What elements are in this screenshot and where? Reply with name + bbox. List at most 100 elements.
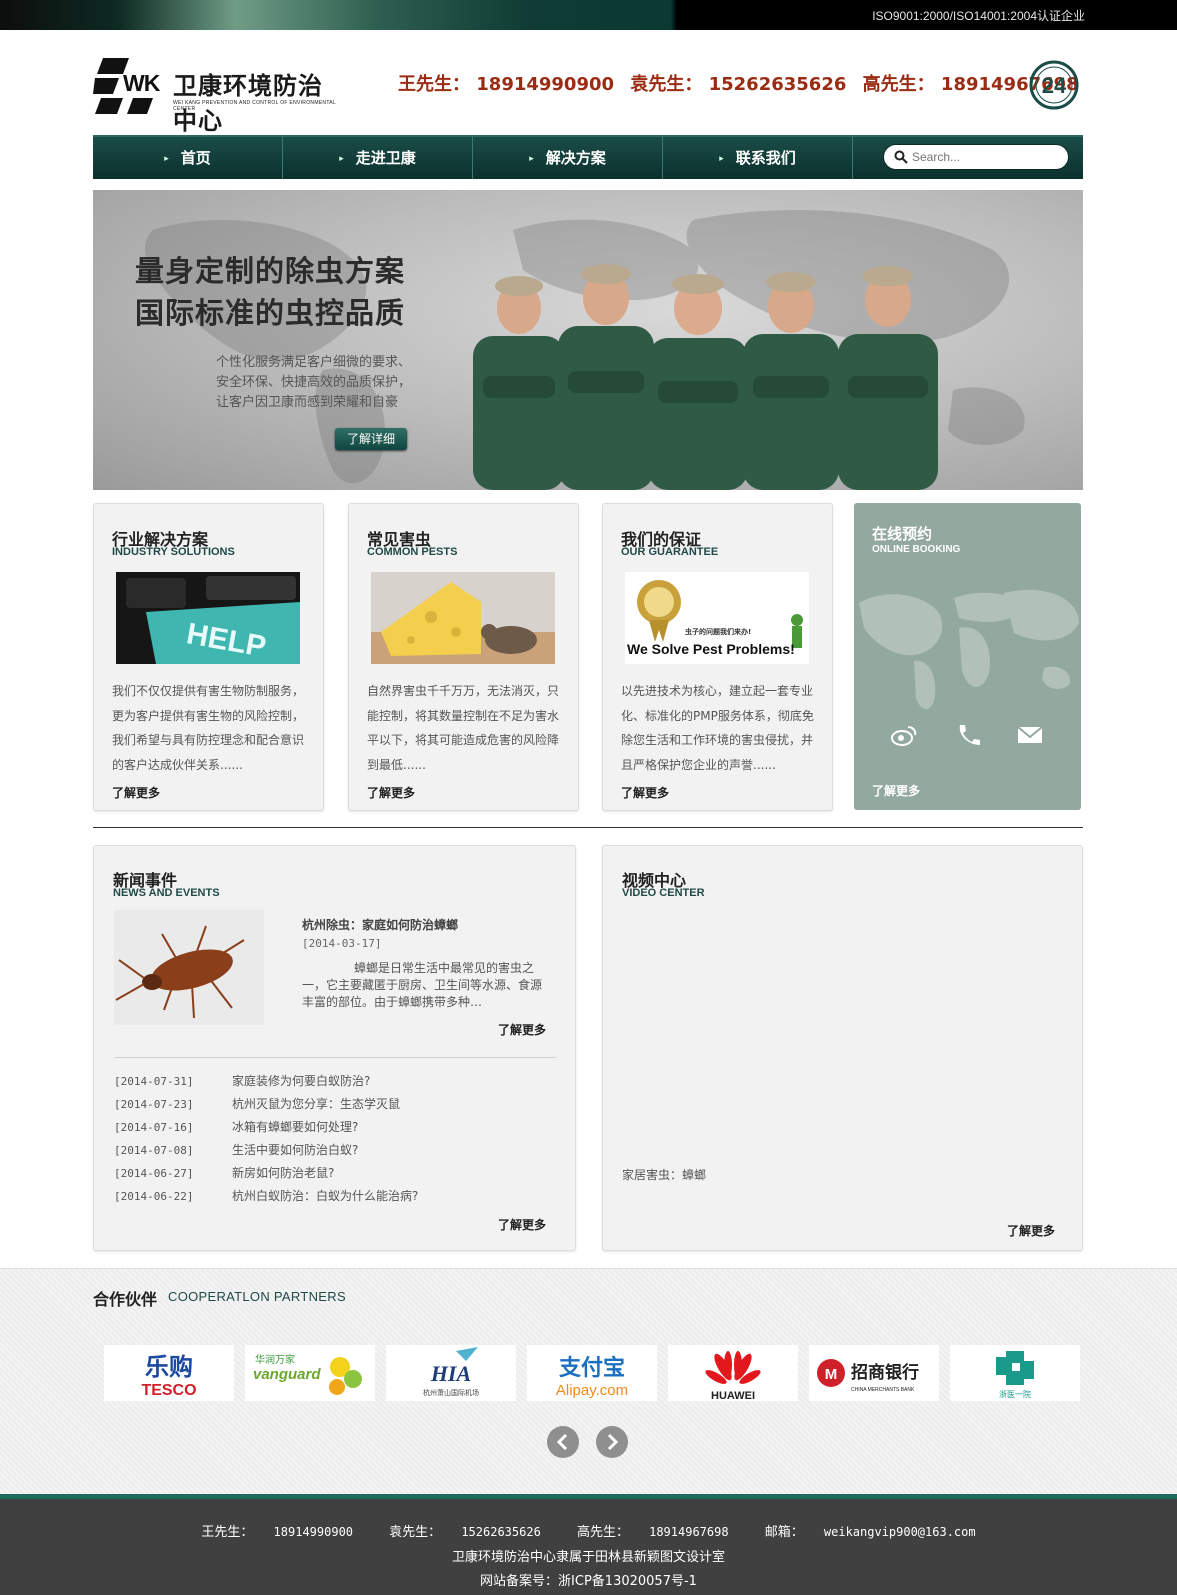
- partner-logo-huawei[interactable]: HUAWEI: [668, 1345, 798, 1401]
- site-logo[interactable]: WK 卫康环境防治中心 WEI KANG PREVENTION AND CONT…: [93, 56, 343, 135]
- top-bar: ISO9001:2000/ISO14001:2004认证企业: [0, 0, 1177, 30]
- featured-news-title[interactable]: 杭州除虫：家庭如何防治蟑螂: [302, 916, 458, 933]
- nav-arrow-icon: ▸: [719, 153, 724, 164]
- mail-icon[interactable]: [1016, 723, 1044, 747]
- badge-24-text: 24: [1042, 73, 1067, 98]
- featured-news-date: [2014-03-17]: [302, 937, 382, 950]
- footer-affiliation: 卫康环境防治中心隶属于田林县新颖图文设计室: [451, 1550, 725, 1565]
- carousel-next-button[interactable]: [596, 1426, 628, 1458]
- guarantee-en-text: We Solve Pest Problems!: [627, 641, 795, 657]
- nav-item-contact[interactable]: ▸ 联系我们: [663, 137, 853, 179]
- svg-text:TESCO: TESCO: [141, 1382, 196, 1399]
- partner-logo-tesco[interactable]: 乐购 TESCO: [104, 1345, 234, 1401]
- footer-email[interactable]: 邮箱： weikangvip900@163.com: [757, 1525, 984, 1540]
- chevron-left-icon: [556, 1433, 568, 1451]
- list-item[interactable]: [2014-07-08] 生活中要如何防治白蚁?: [114, 1141, 554, 1164]
- guarantee-cn-text: 虫子的问题我们来办!: [685, 627, 751, 636]
- worker-figure: [648, 274, 748, 490]
- nav-item-about[interactable]: ▸ 走进卫康: [283, 137, 473, 179]
- partner-logo-alipay[interactable]: 支付宝 Alipay.com: [527, 1345, 657, 1401]
- footer-contact-gao: 高先生： 18914967698: [576, 1525, 729, 1540]
- card-subtitle: COMMON PESTS: [367, 546, 458, 558]
- partner-logo-cmb[interactable]: M 招商银行 CHINA MERCHANTS BANK: [809, 1345, 939, 1401]
- svg-text:Alipay.com: Alipay.com: [556, 1382, 628, 1399]
- learn-more-link[interactable]: 了解更多: [112, 784, 160, 801]
- header-phones: 王先生： 18914990900 袁先生： 15262635626 高先生： 1…: [398, 70, 1089, 96]
- phone-wang: 王先生： 18914990900: [398, 74, 615, 95]
- zheyi-logo: 浙医一院: [996, 1351, 1034, 1399]
- cockroach-image[interactable]: [114, 910, 264, 1025]
- booking-learn-more-link[interactable]: 了解更多: [872, 782, 920, 799]
- partner-logo-vanguard[interactable]: 华润万家 vanguard: [245, 1345, 375, 1401]
- worker-figure: [473, 276, 565, 490]
- banner-subtext: 个性化服务满足客户细微的要求、 安全环保、快捷高效的品质保护， 让客户因卫康而感…: [216, 355, 412, 410]
- partners-title: 合作伙伴: [93, 1290, 158, 1309]
- video-caption[interactable]: 家居害虫：蟑螂: [622, 1166, 706, 1183]
- certification-text: ISO9001:2000/ISO14001:2004认证企业: [872, 9, 1085, 23]
- svg-text:HUAWEI: HUAWEI: [711, 1390, 755, 1401]
- list-item[interactable]: [2014-07-23] 杭州灭鼠为您分享：生态学灭鼠: [114, 1095, 554, 1118]
- svg-text:HIA: HIA: [430, 1361, 471, 1386]
- news-panel: 新闻事件 NEWS AND EVENTS 杭州除虫：家庭如何防治蟑螂 [2014…: [93, 845, 576, 1251]
- news-learn-more-link[interactable]: 了解更多: [498, 1216, 546, 1233]
- learn-more-link[interactable]: 了解更多: [367, 784, 415, 801]
- cockroach-graphic: [114, 910, 264, 1025]
- 24-hour-icon: 24: [1029, 60, 1079, 110]
- workers-photo: [473, 264, 938, 490]
- carousel-prev-button[interactable]: [547, 1426, 579, 1458]
- footer-contacts: 王先生： 18914990900 袁先生： 15262635626 高先生： 1…: [0, 1521, 1177, 1540]
- alipay-logo: 支付宝 Alipay.com: [556, 1355, 628, 1399]
- svg-text:M: M: [825, 1366, 838, 1383]
- svg-text:杭州萧山国际机场: 杭州萧山国际机场: [423, 1388, 479, 1397]
- weibo-icon[interactable]: [890, 723, 918, 747]
- list-item[interactable]: [2014-06-27] 新房如何防治老鼠?: [114, 1164, 554, 1187]
- banner-details-button[interactable]: 了解详细: [335, 428, 407, 450]
- card-our-guarantee: 我们的保证 OUR GUARANTEE 虫子的问题我们来办! We Solve …: [602, 503, 833, 811]
- search-box[interactable]: [883, 144, 1069, 170]
- worker-figure: [558, 264, 654, 490]
- partners-subtitle: COOPERATLON PARTNERS: [168, 1289, 346, 1304]
- help-key-graphic: HELP: [116, 572, 300, 664]
- news-separator: [114, 1057, 556, 1058]
- svg-text:华润万家: 华润万家: [255, 1353, 295, 1366]
- svg-text:招商银行: 招商银行: [851, 1362, 919, 1383]
- card-description: 以先进技术为核心，建立起一套专业化、标准化的PMP服务体系，彻底免除您生活和工作…: [621, 684, 814, 772]
- video-learn-more-link[interactable]: 了解更多: [1007, 1222, 1055, 1239]
- worker-figure: [838, 266, 938, 490]
- partner-logo-zheyi[interactable]: 浙医一院: [950, 1345, 1080, 1401]
- phone-yuan: 袁先生： 15262635626: [630, 74, 847, 95]
- partner-logo-hangzhou-airport[interactable]: HIA 杭州萧山国际机场: [386, 1345, 516, 1401]
- guarantee-graphic: 虫子的问题我们来办! We Solve Pest Problems!: [627, 580, 803, 657]
- phone-icon[interactable]: [954, 723, 982, 747]
- section-divider: [93, 827, 1083, 828]
- world-map-graphic: [859, 589, 1079, 709]
- featured-news-text: 蟑螂是日常生活中最常见的害虫之一，它主要藏匿于厨房、卫生间等水源、食源丰富的部位…: [302, 961, 543, 1009]
- footer-icp[interactable]: 网站备案号：浙ICP备13020057号-1: [0, 1570, 1177, 1589]
- vanguard-logo: 华润万家 vanguard: [253, 1353, 362, 1395]
- partners-section: 合作伙伴 COOPERATLON PARTNERS 乐购 TESCO 华润万家 …: [0, 1268, 1177, 1494]
- card-common-pests: 常见害虫 COMMON PESTS 自然界害虫千千万万，无法消灭，只能控制，将其…: [348, 503, 579, 811]
- cheese-mouse-graphic: [371, 582, 555, 664]
- list-item[interactable]: [2014-07-31] 家庭装修为何要白蚁防治?: [114, 1072, 554, 1095]
- nav-item-solutions[interactable]: ▸ 解决方案: [473, 137, 663, 179]
- list-item[interactable]: [2014-06-22] 杭州白蚁防治：白蚁为什么能治病?: [114, 1187, 554, 1210]
- footer-contact-yuan: 袁先生： 15262635626: [389, 1525, 541, 1540]
- airport-logo: HIA 杭州萧山国际机场: [423, 1347, 479, 1397]
- list-item[interactable]: [2014-07-16] 冰箱有蟑螂要如何处理?: [114, 1118, 554, 1141]
- card-subtitle: OUR GUARANTEE: [621, 546, 719, 558]
- nav-item-home[interactable]: ▸ 首页: [93, 137, 283, 179]
- cmb-logo: M 招商银行 CHINA MERCHANTS BANK: [817, 1359, 919, 1393]
- nav-arrow-icon: ▸: [529, 153, 534, 164]
- svg-text:支付宝: 支付宝: [559, 1355, 625, 1381]
- learn-more-link[interactable]: 了解更多: [621, 784, 669, 801]
- card-description: 自然界害虫千千万万，无法消灭，只能控制，将其数量控制在不足为害水平以下，将其可能…: [367, 684, 560, 772]
- card-subtitle: INDUSTRY SOLUTIONS: [112, 546, 235, 558]
- footer-contact-wang: 王先生： 18914990900: [201, 1525, 354, 1540]
- news-subtitle: NEWS AND EVENTS: [113, 887, 220, 899]
- featured-learn-more-link[interactable]: 了解更多: [498, 1021, 546, 1038]
- nav-arrow-icon: ▸: [339, 153, 344, 164]
- search-input[interactable]: [912, 148, 1062, 166]
- svg-text:CHINA MERCHANTS BANK: CHINA MERCHANTS BANK: [851, 1387, 915, 1393]
- logo-wk: WK: [123, 70, 160, 96]
- main-nav: ▸ 首页 ▸ 走进卫康 ▸ 解决方案 ▸ 联系我们: [93, 135, 1083, 179]
